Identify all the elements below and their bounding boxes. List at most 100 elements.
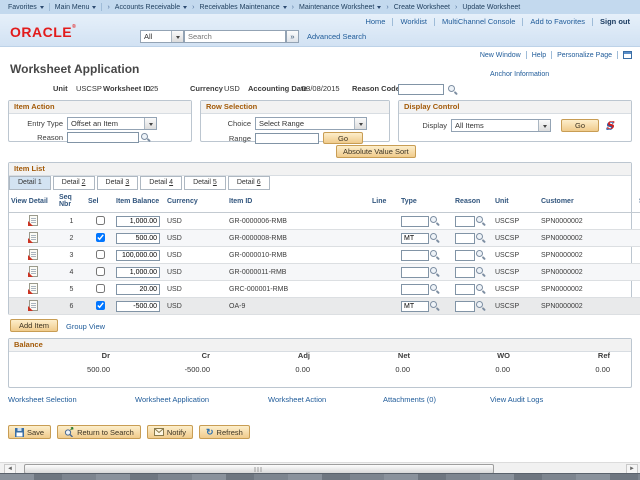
tab-detail-6[interactable]: Detail 6 xyxy=(228,176,270,190)
type-input[interactable] xyxy=(401,267,429,278)
tab-detail-1[interactable]: Detail 1 xyxy=(9,176,51,190)
worksheet-application-link[interactable]: Worksheet Application xyxy=(135,395,209,404)
worksheet-selection-link[interactable]: Worksheet Selection xyxy=(8,395,77,404)
view-detail-icon[interactable] xyxy=(29,266,38,277)
display-go-button[interactable]: Go xyxy=(561,119,599,132)
search-input[interactable] xyxy=(184,30,286,43)
chevron-down-icon xyxy=(40,6,44,11)
type-input[interactable] xyxy=(401,301,429,312)
display-label: Display xyxy=(399,121,447,130)
view-detail-icon[interactable] xyxy=(29,300,38,311)
home-link[interactable]: Home xyxy=(365,17,385,26)
range-go-button[interactable]: Go xyxy=(323,132,363,144)
lookup-icon[interactable] xyxy=(448,85,458,95)
select-checkbox[interactable] xyxy=(96,250,105,259)
currency-symbol-icon[interactable]: S xyxy=(607,120,615,131)
tab-detail-2[interactable]: Detail 2 xyxy=(53,176,95,190)
refresh-button[interactable]: ↻ Refresh xyxy=(199,425,250,439)
advanced-search-link[interactable]: Advanced Search xyxy=(307,32,366,41)
help-link[interactable]: Help xyxy=(532,52,546,59)
view-detail-icon[interactable] xyxy=(29,232,38,243)
attachments-link[interactable]: Attachments (0) xyxy=(383,395,436,404)
reason-input[interactable] xyxy=(455,267,475,278)
multichannel-console-link[interactable]: MultiChannel Console xyxy=(442,17,515,26)
view-audit-logs-link[interactable]: View Audit Logs xyxy=(490,395,543,404)
reason-input[interactable] xyxy=(455,284,475,295)
personalize-grid-icon[interactable] xyxy=(623,51,632,59)
reason-input[interactable] xyxy=(455,233,475,244)
table-row: 4 USD GR-0000011-RMB USCSP SPN0000002 xyxy=(9,264,640,281)
select-checkbox[interactable] xyxy=(96,301,105,310)
breadcrumb-item-maintenance-worksheet[interactable]: Maintenance Worksheet xyxy=(299,3,381,11)
lookup-icon[interactable] xyxy=(476,301,486,311)
breadcrumb-item-favorites[interactable]: Favorites xyxy=(8,3,44,11)
item-balance-input[interactable] xyxy=(116,250,160,261)
worklist-link[interactable]: Worklist xyxy=(400,17,427,26)
page-toolbar: Save Return to Search Notify ↻ Refresh xyxy=(8,425,250,439)
reason-input[interactable] xyxy=(455,216,475,227)
item-balance-input[interactable] xyxy=(116,267,160,278)
reason-input[interactable] xyxy=(455,301,475,312)
breadcrumb-item-create-worksheet[interactable]: Create Worksheet xyxy=(394,4,450,11)
tab-detail-5[interactable]: Detail 5 xyxy=(184,176,226,190)
range-input[interactable] xyxy=(255,133,319,144)
return-to-search-button[interactable]: Return to Search xyxy=(57,425,141,439)
type-input[interactable] xyxy=(401,250,429,261)
breadcrumb-item-update-worksheet[interactable]: Update Worksheet xyxy=(462,4,520,11)
reason-code-input[interactable] xyxy=(398,84,444,95)
select-checkbox[interactable] xyxy=(96,233,105,242)
view-detail-icon[interactable] xyxy=(29,283,38,294)
absolute-value-sort-button[interactable]: Absolute Value Sort xyxy=(336,145,416,158)
line-cell xyxy=(370,247,399,264)
item-balance-input[interactable] xyxy=(116,284,160,295)
view-detail-icon[interactable] xyxy=(29,249,38,260)
type-input[interactable] xyxy=(401,216,429,227)
lookup-icon[interactable] xyxy=(430,267,440,277)
unit-cell: USCSP xyxy=(493,230,539,247)
new-window-link[interactable]: New Window xyxy=(480,52,521,59)
item-balance-input[interactable] xyxy=(116,216,160,227)
group-view-link[interactable]: Group View xyxy=(66,322,105,331)
search-scope-select[interactable]: All xyxy=(140,30,184,43)
breadcrumb-item-accounts-receivable[interactable]: Accounts Receivable xyxy=(115,3,187,11)
tab-detail-3[interactable]: Detail 3 xyxy=(97,176,139,190)
item-list-table: View Detail Seq Nbr Sel Item Balance Cur… xyxy=(9,190,640,315)
display-select[interactable]: All Items xyxy=(451,119,551,132)
tab-detail-4[interactable]: Detail 4 xyxy=(140,176,182,190)
lookup-icon[interactable] xyxy=(476,250,486,260)
item-balance-input[interactable] xyxy=(116,301,160,312)
personalize-page-link[interactable]: Personalize Page xyxy=(557,52,612,59)
breadcrumb-item-receivables-maintenance[interactable]: Receivables Maintenance xyxy=(200,3,287,11)
lookup-icon[interactable] xyxy=(476,233,486,243)
breadcrumb-separator: › xyxy=(107,4,109,11)
item-balance-input[interactable] xyxy=(116,233,160,244)
save-button[interactable]: Save xyxy=(8,425,51,439)
select-checkbox[interactable] xyxy=(96,284,105,293)
worksheet-action-link[interactable]: Worksheet Action xyxy=(268,395,326,404)
type-input[interactable] xyxy=(401,233,429,244)
lookup-icon[interactable] xyxy=(430,284,440,294)
lookup-icon[interactable] xyxy=(430,301,440,311)
select-checkbox[interactable] xyxy=(96,267,105,276)
lookup-icon[interactable] xyxy=(430,233,440,243)
lookup-icon[interactable] xyxy=(476,216,486,226)
lookup-icon[interactable] xyxy=(476,284,486,294)
add-item-button[interactable]: Add Item xyxy=(10,319,58,332)
item-reason-input[interactable] xyxy=(67,132,139,143)
search-go-icon[interactable]: » xyxy=(286,30,299,43)
add-to-favorites-link[interactable]: Add to Favorites xyxy=(530,17,585,26)
view-detail-icon[interactable] xyxy=(29,215,38,226)
reason-input[interactable] xyxy=(455,250,475,261)
type-input[interactable] xyxy=(401,284,429,295)
lookup-icon[interactable] xyxy=(476,267,486,277)
lookup-icon[interactable] xyxy=(430,250,440,260)
lookup-icon[interactable] xyxy=(141,133,151,143)
lookup-icon[interactable] xyxy=(430,216,440,226)
notify-button[interactable]: Notify xyxy=(147,425,193,439)
breadcrumb-item-main-menu[interactable]: Main Menu xyxy=(55,3,97,11)
choice-select[interactable]: Select Range xyxy=(255,117,367,130)
sign-out-link[interactable]: Sign out xyxy=(600,17,630,26)
anchor-information-link[interactable]: Anchor Information xyxy=(490,71,549,78)
entry-type-select[interactable]: Offset an Item xyxy=(67,117,157,130)
select-checkbox[interactable] xyxy=(96,216,105,225)
